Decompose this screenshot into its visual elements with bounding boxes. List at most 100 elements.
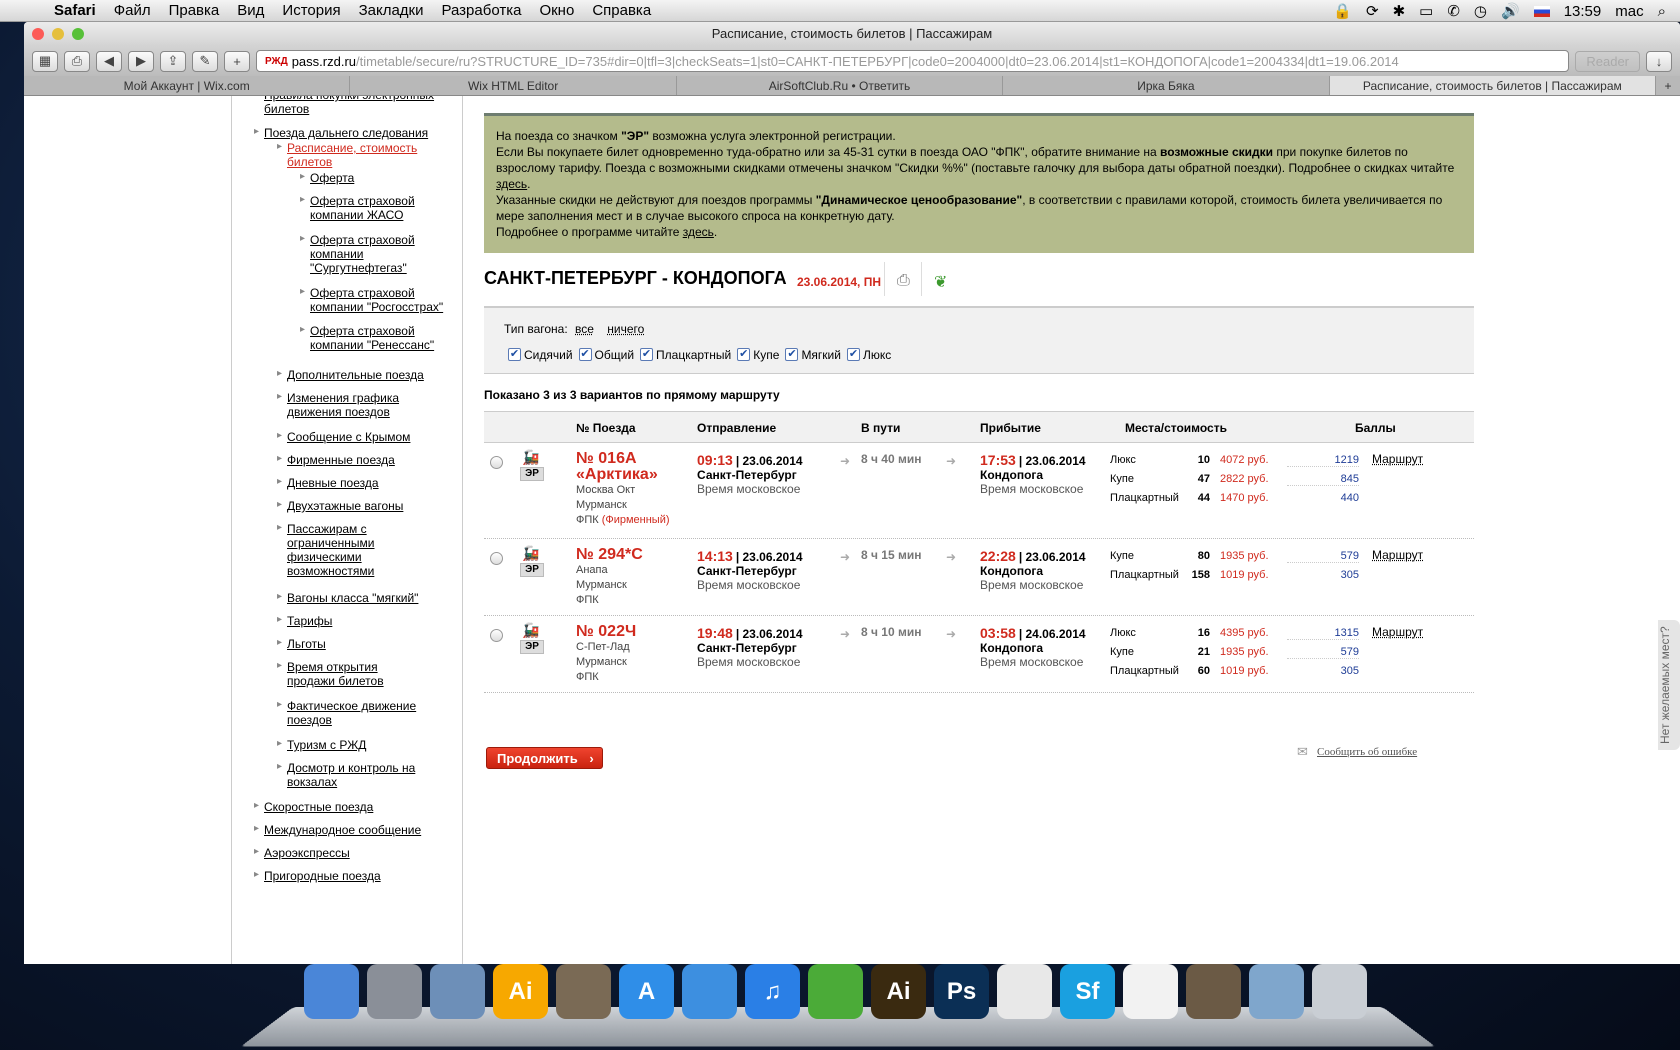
route-link[interactable]: Маршрут bbox=[1372, 548, 1423, 562]
checkbox-checked-icon[interactable]: ✔ bbox=[578, 348, 592, 361]
sf-icon[interactable]: Sf bbox=[1060, 964, 1115, 1019]
no-seats-feedback-tab[interactable]: Нет желаемых мест? bbox=[1658, 620, 1680, 750]
sidebar-item[interactable]: Международное сообщение bbox=[264, 823, 454, 837]
checkbox-checked-icon[interactable]: ✔ bbox=[737, 348, 751, 361]
tab-irka[interactable]: Ирка Бяка bbox=[1003, 76, 1330, 95]
itunes-icon[interactable]: ♫ bbox=[745, 964, 800, 1019]
launchpad-icon[interactable] bbox=[367, 964, 422, 1019]
eco-leaf-icon[interactable]: ❦ bbox=[934, 272, 947, 292]
sidebar-item[interactable]: Двухэтажные вагоны bbox=[287, 499, 427, 513]
downloads-button[interactable]: ↓ bbox=[1646, 50, 1672, 72]
menu-file[interactable]: Файл bbox=[114, 2, 151, 19]
acrobat-icon[interactable] bbox=[997, 964, 1052, 1019]
flag-icon[interactable] bbox=[1533, 5, 1550, 17]
train-select-radio[interactable] bbox=[490, 456, 503, 469]
report-error-link[interactable]: Сообщить об ошибке bbox=[1317, 746, 1417, 758]
tab-wix-account[interactable]: Мой Аккаунт | Wix.com bbox=[24, 76, 351, 95]
checkbox-checked-icon[interactable]: ✔ bbox=[640, 348, 654, 361]
spotlight-icon[interactable]: ⌕ bbox=[1658, 3, 1666, 20]
sidebar-item-long-distance[interactable]: Поезда дальнего следования bbox=[264, 126, 454, 140]
sidebar-offer-surgut[interactable]: Оферта страховой компании "Сургутнефтега… bbox=[310, 233, 428, 275]
tab-rzd[interactable]: Расписание, стоимость билетов | Пассажир… bbox=[1329, 76, 1657, 95]
sidebar-item[interactable]: Фактическое движение поездов bbox=[287, 699, 427, 727]
sidebar-item[interactable]: Фирменные поезда bbox=[287, 453, 427, 467]
back-button[interactable]: ◀ bbox=[96, 50, 122, 72]
sidebar-item-rules[interactable]: Правила покупки электронных билетов bbox=[264, 96, 454, 116]
menu-history[interactable]: История bbox=[282, 2, 340, 19]
route-link[interactable]: Маршрут bbox=[1372, 452, 1423, 466]
filter-checkbox[interactable]: ✔ Купе bbox=[737, 348, 779, 362]
zoom-button[interactable] bbox=[72, 28, 84, 40]
new-tab-button[interactable]: + bbox=[1656, 76, 1680, 95]
sidebar-item[interactable]: Пассажирам с ограниченными физическими в… bbox=[287, 522, 427, 578]
sidebar-item[interactable]: Пригородные поезда bbox=[264, 869, 454, 883]
checkbox-checked-icon[interactable]: ✔ bbox=[508, 348, 521, 361]
mail-icon[interactable] bbox=[430, 964, 485, 1019]
sidebar-item-timetable[interactable]: Расписание, стоимость билетов bbox=[287, 141, 427, 169]
filter-checkbox[interactable]: ✔ Сидячий bbox=[508, 348, 573, 362]
filter-none-link[interactable]: ничего bbox=[607, 322, 644, 336]
filter-checkbox[interactable]: ✔ Мягкий bbox=[785, 348, 841, 362]
sidebar-item[interactable]: Дополнительные поезда bbox=[287, 368, 427, 382]
sidebar-item[interactable]: Время открытия продажи билетов bbox=[287, 660, 427, 688]
sidebar-item[interactable]: Дневные поезда bbox=[287, 476, 427, 490]
checkbox-checked-icon[interactable]: ✔ bbox=[785, 348, 799, 361]
sidebar-item[interactable]: Изменения графика движения поездов bbox=[287, 391, 427, 419]
sidebar-offer[interactable]: Оферта bbox=[310, 171, 455, 185]
sidebar-offer-zhaso[interactable]: Оферта страховой компании ЖАСО bbox=[310, 194, 428, 222]
train-select-radio[interactable] bbox=[490, 552, 503, 565]
preview-icon[interactable] bbox=[556, 964, 611, 1019]
print-icon[interactable]: ⎙ bbox=[897, 272, 910, 290]
add-bookmark-button[interactable]: + bbox=[224, 50, 250, 72]
bluetooth-icon[interactable]: ✱ bbox=[1393, 2, 1406, 20]
menu-edit[interactable]: Правка bbox=[169, 2, 220, 19]
sidebar-item[interactable]: Скоростные поезда bbox=[264, 800, 454, 814]
filter-checkbox[interactable]: ✔ Люкс bbox=[846, 348, 891, 362]
sidebar-offer-renaissance[interactable]: Оферта страховой компании "Ренессанс" bbox=[310, 324, 438, 352]
top-sites-button[interactable]: ▦ bbox=[32, 50, 58, 72]
adium-icon[interactable] bbox=[808, 964, 863, 1019]
photoshop-icon[interactable]: Ps bbox=[934, 964, 989, 1019]
user-name[interactable]: mac bbox=[1615, 3, 1643, 20]
timemachine-icon[interactable]: ◷ bbox=[1474, 2, 1487, 20]
filter-checkbox[interactable]: ✔ Общий bbox=[578, 348, 634, 362]
minimize-button[interactable] bbox=[52, 28, 64, 40]
checkbox-checked-icon[interactable]: ✔ bbox=[846, 348, 860, 361]
menu-develop[interactable]: Разработка bbox=[442, 2, 522, 19]
sidebar-offer-rosgos[interactable]: Оферта страховой компании "Росгосстрах" bbox=[310, 286, 455, 314]
sidebar-item[interactable]: Туризм с РЖД bbox=[287, 738, 427, 752]
train-number[interactable]: № 294*С bbox=[576, 546, 643, 564]
notice-link-here-1[interactable]: здесь bbox=[496, 177, 527, 191]
downloads-icon[interactable] bbox=[1249, 964, 1304, 1019]
filter-all-link[interactable]: все bbox=[575, 322, 594, 336]
sidebar-item[interactable]: Тарифы bbox=[287, 614, 427, 628]
menu-bookmarks[interactable]: Закладки bbox=[359, 2, 424, 19]
trash-icon[interactable] bbox=[1312, 964, 1367, 1019]
sidebar-item[interactable]: Вагоны класса "мягкий" bbox=[287, 591, 427, 605]
close-button[interactable] bbox=[32, 28, 44, 40]
train-select-radio[interactable] bbox=[490, 629, 503, 642]
sync-icon[interactable]: ⟳ bbox=[1366, 2, 1379, 20]
phone-icon[interactable]: ✆ bbox=[1447, 2, 1460, 20]
forward-button[interactable]: ▶ bbox=[128, 50, 154, 72]
finder-icon[interactable] bbox=[304, 964, 359, 1019]
menu-view[interactable]: Вид bbox=[237, 2, 264, 19]
sidebar-item[interactable]: Аэроэкспрессы bbox=[264, 846, 454, 860]
sidebar-item[interactable]: Досмотр и контроль на вокзалах bbox=[287, 761, 427, 789]
clock[interactable]: 13:59 bbox=[1564, 3, 1602, 20]
notice-link-here-2[interactable]: здесь bbox=[683, 225, 714, 239]
sidebar-item[interactable]: Льготы bbox=[287, 637, 427, 651]
app-icon[interactable] bbox=[1186, 964, 1241, 1019]
print-button[interactable]: ⎙ bbox=[64, 50, 90, 72]
route-link[interactable]: Маршрут bbox=[1372, 625, 1423, 639]
textedit-icon[interactable] bbox=[1123, 964, 1178, 1019]
illustrator-icon[interactable]: Ai bbox=[493, 964, 548, 1019]
safari-icon[interactable] bbox=[682, 964, 737, 1019]
menu-app[interactable]: Safari bbox=[54, 2, 96, 19]
tab-airsoft[interactable]: AirSoftClub.Ru • Ответить bbox=[677, 76, 1004, 95]
lock-icon[interactable]: 🔒 bbox=[1333, 2, 1352, 20]
share-button[interactable]: ⇪ bbox=[160, 50, 186, 72]
volume-icon[interactable]: 🔊 bbox=[1501, 2, 1520, 20]
continue-button[interactable]: Продолжить › bbox=[486, 747, 603, 769]
appstore-icon[interactable]: A bbox=[619, 964, 674, 1019]
